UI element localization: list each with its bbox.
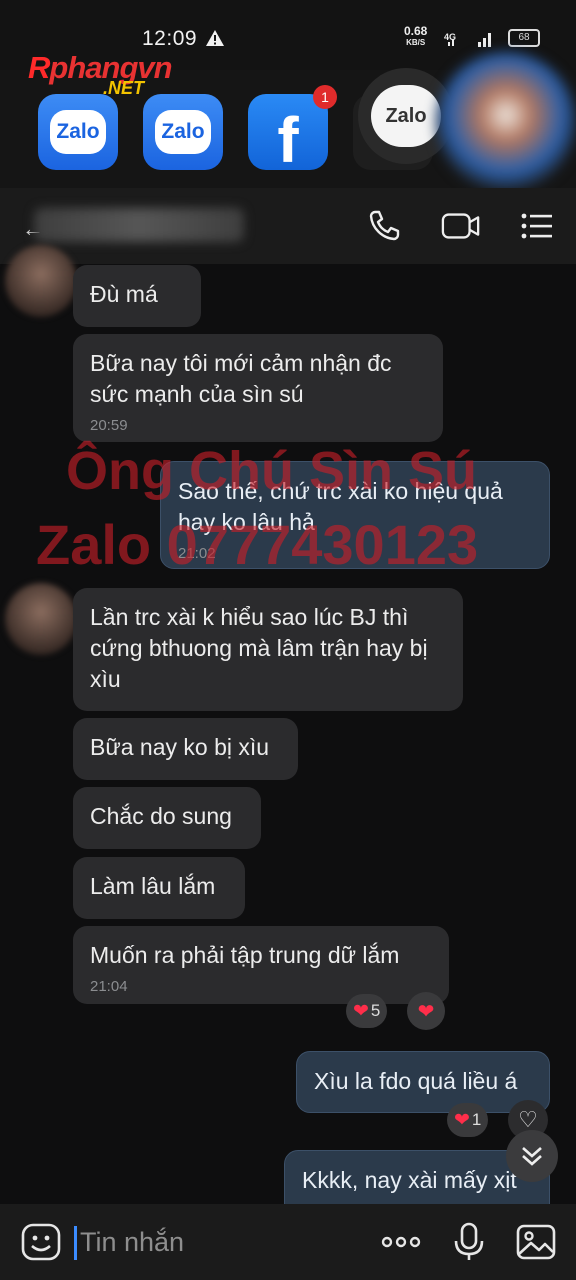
message-text: Kkkk, nay xài mấy xịt: [302, 1167, 517, 1193]
warning-icon: [206, 30, 224, 46]
reaction-count: 1: [471, 1110, 482, 1129]
zalo-label: Zalo: [50, 110, 106, 154]
message-text: Xìu la fdo quá liều á: [314, 1068, 518, 1094]
message-input-bar: Tin nhắn: [0, 1204, 576, 1280]
floating-avatar-bubble[interactable]: [436, 52, 576, 192]
watermark-line-1: Ông Chú Sìn Sú: [66, 441, 477, 501]
sticker-emoji-icon[interactable]: [20, 1222, 62, 1262]
message-text: Lần trc xài k hiểu sao lúc BJ thì cứng b…: [90, 604, 428, 692]
site-logo: Rphangvn .NET: [28, 50, 173, 98]
message-bubble[interactable]: Làm lâu lắm: [73, 857, 245, 919]
microphone-icon[interactable]: [448, 1222, 490, 1262]
image-gallery-icon[interactable]: [515, 1222, 557, 1262]
phone-call-icon[interactable]: [366, 208, 406, 244]
signal-icon: 4G: [444, 32, 491, 47]
battery-icon: 68: [508, 29, 540, 47]
contact-name[interactable]: [34, 208, 244, 242]
sender-avatar[interactable]: [5, 245, 77, 317]
logo-tld: .NET: [103, 78, 145, 98]
reaction-count: 5: [370, 1001, 381, 1020]
chat-header: ←: [0, 188, 576, 264]
message-bubble[interactable]: Chắc do sung: [73, 787, 261, 849]
zalo-bubble-label: Zalo: [371, 85, 441, 147]
scroll-to-bottom-button[interactable]: [506, 1130, 558, 1182]
message-bubble[interactable]: Lần trc xài k hiểu sao lúc BJ thì cứng b…: [73, 588, 463, 711]
zalo-app-icon-2[interactable]: Zalo: [143, 94, 223, 170]
message-text: Đù má: [90, 281, 158, 307]
battery-level: 68: [518, 32, 530, 43]
reaction-summary[interactable]: ❤ 5: [346, 994, 388, 1028]
speed-unit: KB/S: [406, 38, 426, 47]
network-speed: 0.68 KB/S: [404, 24, 428, 48]
video-call-icon[interactable]: [441, 208, 481, 244]
sender-avatar[interactable]: [5, 583, 77, 655]
more-options-icon[interactable]: [380, 1222, 422, 1262]
message-bubble[interactable]: Xìu la fdo quá liều á: [296, 1051, 550, 1113]
speed-value: 0.68: [404, 24, 428, 38]
network-type: 4G: [444, 32, 456, 42]
message-bubble[interactable]: Muốn ra phải tập trung dữ lắm 21:04: [73, 926, 449, 1004]
logo-initial: R: [28, 50, 50, 85]
message-time: 21:04: [90, 978, 128, 995]
menu-list-icon[interactable]: [518, 208, 558, 244]
text-cursor: [74, 1226, 77, 1260]
message-text: Bữa nay ko bị xìu: [90, 734, 270, 760]
message-bubble[interactable]: Đù má: [73, 265, 201, 327]
reaction-summary[interactable]: ❤ 1: [447, 1103, 489, 1137]
message-time: 20:59: [90, 417, 128, 434]
message-bubble[interactable]: Bữa nay ko bị xìu: [73, 718, 298, 780]
heart-icon: ❤: [353, 1000, 369, 1022]
watermark-line-2: Zalo 0777430123: [36, 513, 479, 576]
double-chevron-down-icon: [522, 1147, 542, 1166]
notification-badge: 1: [313, 85, 337, 109]
react-heart-button[interactable]: ❤: [407, 992, 445, 1030]
zalo-label-2: Zalo: [155, 110, 211, 154]
logo-wordmark: Rphangvn: [28, 50, 173, 86]
message-text: Muốn ra phải tập trung dữ lắm: [90, 942, 400, 968]
message-input[interactable]: Tin nhắn: [80, 1227, 184, 1258]
message-text: Bữa nay tôi mới cảm nhận đc sức mạnh của…: [90, 350, 392, 407]
message-text: Làm lâu lắm: [90, 873, 216, 899]
zalo-app-icon[interactable]: Zalo: [38, 94, 118, 170]
message-text: Chắc do sung: [90, 803, 232, 829]
heart-icon: ❤: [454, 1109, 470, 1131]
facebook-logo: f: [277, 104, 299, 176]
message-bubble[interactable]: Bữa nay tôi mới cảm nhận đc sức mạnh của…: [73, 334, 443, 442]
status-time: 12:09: [142, 27, 198, 50]
